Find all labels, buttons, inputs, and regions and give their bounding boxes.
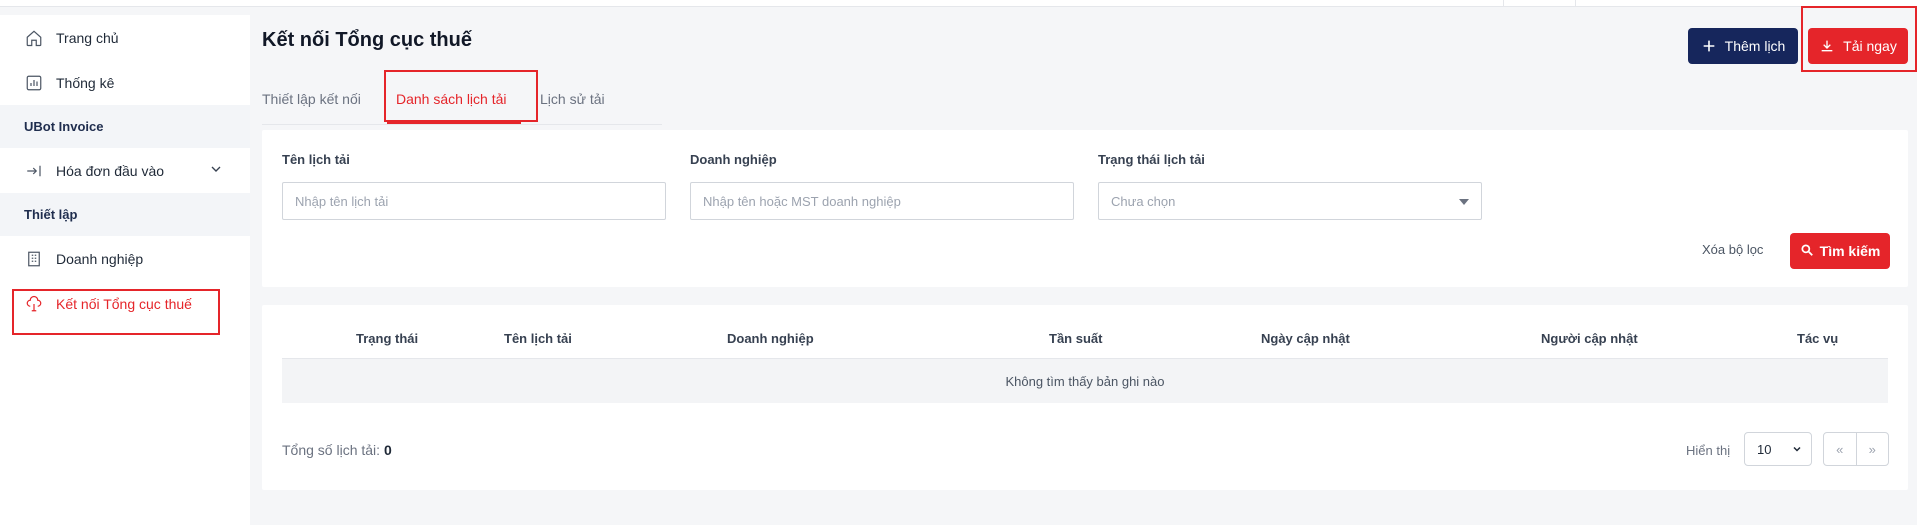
- add-schedule-label: Thêm lịch: [1724, 38, 1786, 54]
- search-icon: [1800, 243, 1816, 259]
- sidebar-item-label: Doanh nghiệp: [56, 250, 144, 267]
- main-content: Kết nối Tổng cục thuế Thiết lập kết nối …: [250, 6, 1917, 525]
- highlight-box: [12, 289, 220, 335]
- schedule-status-label: Trạng thái lịch tải: [1098, 152, 1205, 167]
- page-title: Kết nối Tổng cục thuế: [262, 29, 472, 51]
- schedule-status-value: Chưa chọn: [1111, 193, 1176, 209]
- search-button[interactable]: Tìm kiếm: [1790, 233, 1890, 269]
- tab-download-history[interactable]: Lịch sử tải: [540, 91, 605, 107]
- total-count: Tổng số lịch tải: 0: [282, 442, 392, 458]
- total-count-value: 0: [383, 442, 392, 458]
- top-bar-separator: [1575, 0, 1576, 7]
- sidebar-item-label: Trang chủ: [56, 29, 119, 46]
- chevron-down-icon[interactable]: [208, 161, 224, 177]
- empty-state-row: Không tìm thấy bản ghi nào: [282, 359, 1888, 403]
- column-header-schedule-name: Tên lịch tải: [504, 331, 572, 346]
- sidebar-item-label: Thống kê: [56, 74, 115, 91]
- table-header: Trạng thái Tên lịch tải Doanh nghiệp Tần…: [282, 319, 1888, 359]
- chart-icon: [24, 73, 44, 93]
- sidebar-item-label: Hóa đơn đầu vào: [56, 162, 165, 179]
- pagination: « »: [1823, 432, 1889, 466]
- plus-icon: [1701, 38, 1717, 54]
- highlight-box: [384, 70, 538, 122]
- highlight-box: [1801, 6, 1917, 72]
- schedule-table-panel: Trạng thái Tên lịch tải Doanh nghiệp Tần…: [262, 305, 1908, 490]
- arrow-in-icon: [24, 161, 44, 181]
- chevron-down-icon: [1791, 443, 1803, 455]
- column-header-updated-date: Ngày cập nhật: [1261, 331, 1350, 346]
- sidebar-item-input-invoices[interactable]: Hóa đơn đầu vào: [0, 148, 250, 193]
- total-count-label: Tổng số lịch tải:: [282, 442, 381, 458]
- sidebar-item-statistics[interactable]: Thống kê: [0, 60, 250, 105]
- top-bar: [0, 0, 1917, 7]
- sidebar-item-home[interactable]: Trang chủ: [0, 15, 250, 60]
- tab-connection-settings[interactable]: Thiết lập kết nối: [262, 91, 361, 107]
- next-page-button[interactable]: »: [1855, 433, 1889, 465]
- page-size-value: 10: [1757, 441, 1772, 457]
- prev-page-button[interactable]: «: [1824, 433, 1856, 465]
- page-size-select[interactable]: 10: [1744, 432, 1812, 466]
- active-tab-indicator: [387, 122, 521, 124]
- column-header-status: Trạng thái: [356, 331, 419, 346]
- sidebar-item-company[interactable]: Doanh nghiệp: [0, 236, 250, 281]
- column-header-actions: Tác vụ: [1797, 331, 1839, 346]
- column-header-updated-by: Người cập nhật: [1541, 331, 1638, 346]
- sidebar: Trang chủ Thống kê UBot Invoice Hóa đơn …: [0, 15, 250, 525]
- company-input[interactable]: [690, 182, 1074, 220]
- add-schedule-button[interactable]: Thêm lịch: [1688, 28, 1798, 64]
- home-icon: [24, 28, 44, 48]
- page-size-label: Hiển thị: [1686, 443, 1731, 458]
- building-icon: [24, 249, 44, 269]
- sidebar-section-ubot-invoice: UBot Invoice: [0, 105, 250, 148]
- column-header-frequency: Tần suất: [1049, 331, 1103, 346]
- search-label: Tìm kiếm: [1819, 243, 1881, 259]
- top-bar-separator: [1503, 0, 1504, 7]
- caret-down-icon: [1459, 199, 1469, 205]
- column-header-company: Doanh nghiệp: [727, 331, 814, 346]
- filter-panel: Tên lịch tải Doanh nghiệp Trạng thái lịc…: [262, 130, 1908, 287]
- schedule-status-select[interactable]: Chưa chọn: [1098, 182, 1482, 220]
- clear-filter-link[interactable]: Xóa bộ lọc: [1702, 242, 1763, 257]
- company-label: Doanh nghiệp: [690, 152, 777, 167]
- sidebar-section-settings: Thiết lập: [0, 193, 250, 236]
- schedule-name-input[interactable]: [282, 182, 666, 220]
- schedule-name-label: Tên lịch tải: [282, 152, 350, 167]
